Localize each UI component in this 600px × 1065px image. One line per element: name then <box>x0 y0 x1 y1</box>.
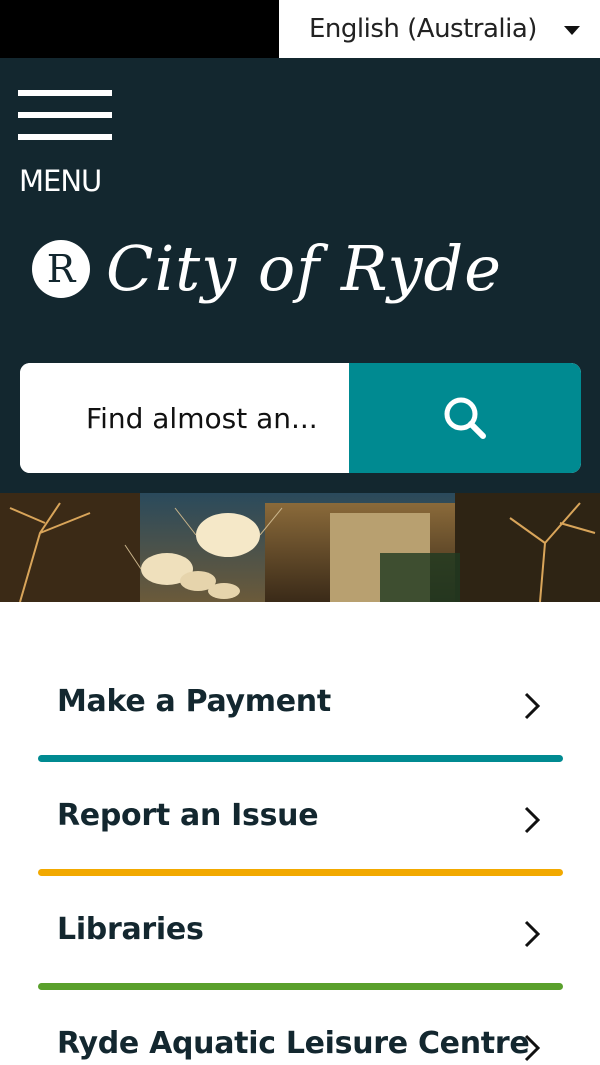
quick-links: Make a Payment Report an Issue Libraries… <box>38 648 563 1065</box>
logo-mark: R <box>32 240 90 298</box>
top-bar: English (Australia) <box>0 0 600 58</box>
language-selector[interactable]: English (Australia) <box>279 0 600 58</box>
site-logo[interactable]: R City of Ryde <box>32 238 502 300</box>
chevron-right-icon <box>524 806 541 834</box>
chevron-right-icon <box>524 920 541 948</box>
quick-link-label: Libraries <box>57 912 204 947</box>
search-button[interactable] <box>349 363 581 473</box>
link-accent-rule <box>38 755 563 762</box>
quick-link-label: Make a Payment <box>57 684 331 719</box>
search-input[interactable] <box>20 363 349 473</box>
hero-banner-image <box>0 493 600 602</box>
search-bar <box>20 363 581 473</box>
link-accent-rule <box>38 869 563 876</box>
language-label: English (Australia) <box>309 14 537 44</box>
chevron-right-icon <box>524 692 541 720</box>
quick-link-report-an-issue[interactable]: Report an Issue <box>38 762 563 876</box>
quick-link-libraries[interactable]: Libraries <box>38 876 563 990</box>
caret-down-icon <box>564 26 580 35</box>
quick-link-ryde-aquatic-leisure-centre[interactable]: Ryde Aquatic Leisure Centre <box>38 990 563 1065</box>
chevron-right-icon <box>524 1034 541 1062</box>
menu-label: MENU <box>19 164 102 198</box>
hamburger-icon <box>18 90 114 140</box>
quick-link-label: Report an Issue <box>57 798 319 833</box>
quick-link-label: Ryde Aquatic Leisure Centre <box>57 1026 530 1061</box>
quick-link-make-a-payment[interactable]: Make a Payment <box>38 648 563 762</box>
site-header: MENU R City of Ryde <box>0 58 600 493</box>
logo-text: City of Ryde <box>106 232 502 305</box>
menu-button[interactable]: MENU <box>18 90 114 198</box>
link-accent-rule <box>38 983 563 990</box>
magnifier-icon <box>444 397 486 439</box>
logo-mark-letter: R <box>46 247 76 291</box>
